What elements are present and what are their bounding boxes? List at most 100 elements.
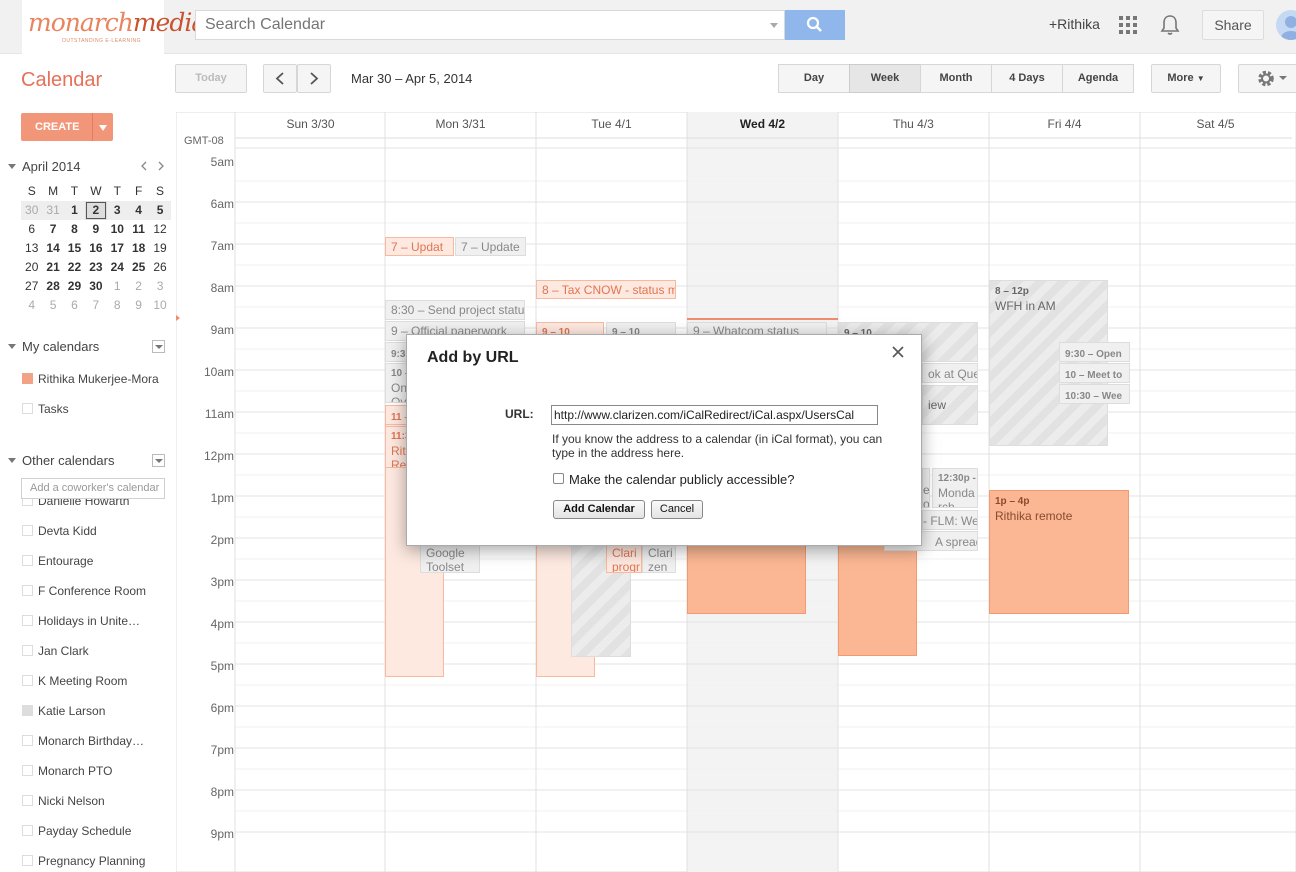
mini-next-icon[interactable]: [158, 161, 164, 171]
notifications-bell-icon[interactable]: [1160, 14, 1180, 36]
user-name-link[interactable]: +Rithika: [1049, 16, 1100, 32]
mini-month-header[interactable]: April 2014: [8, 159, 81, 174]
avatar[interactable]: [1276, 10, 1296, 40]
add-coworker-calendar-input[interactable]: Add a coworker's calendar: [21, 478, 165, 499]
mini-day[interactable]: 26: [149, 258, 170, 277]
day-header[interactable]: Thu 4/3: [838, 117, 989, 131]
event-block[interactable]: [838, 545, 917, 656]
day-header[interactable]: Sun 3/30: [235, 117, 386, 131]
mini-day[interactable]: 16: [85, 239, 106, 258]
event-chip[interactable]: 7 – Updat: [385, 237, 454, 256]
my-calendars-header[interactable]: My calendars: [8, 339, 99, 354]
calendar-color-swatch[interactable]: [22, 825, 33, 836]
event-chip[interactable]: 1p – 4p Rithika remote: [989, 490, 1129, 614]
calendar-color-swatch[interactable]: [22, 373, 33, 384]
event-chip[interactable]: Clari zen: [642, 545, 676, 573]
today-button[interactable]: Today: [175, 64, 247, 93]
calendar-color-swatch[interactable]: [22, 675, 33, 686]
search-button[interactable]: [785, 10, 845, 40]
calendar-color-swatch[interactable]: [22, 735, 33, 746]
search-input[interactable]: [196, 11, 756, 39]
other-calendars-header[interactable]: Other calendars: [8, 453, 115, 468]
mini-day[interactable]: 28: [42, 277, 63, 296]
event-chip[interactable]: 8:30 – Send project statu: [385, 300, 525, 320]
view-agenda-button[interactable]: Agenda: [1062, 64, 1134, 93]
calendar-color-swatch[interactable]: [22, 645, 33, 656]
share-button[interactable]: Share: [1202, 10, 1264, 40]
calendar-color-swatch[interactable]: [22, 705, 33, 716]
event-chip[interactable]: Clari progr: [606, 545, 642, 573]
mini-day[interactable]: 13: [21, 239, 42, 258]
mini-day[interactable]: 29: [64, 277, 85, 296]
mini-day[interactable]: 20: [21, 258, 42, 277]
event-chip[interactable]: 7 – Update: [455, 237, 526, 256]
mini-day[interactable]: 18: [128, 239, 149, 258]
event-chip[interactable]: iew: [922, 385, 978, 425]
more-menu-button[interactable]: More ▼: [1151, 64, 1221, 93]
mini-day[interactable]: 10: [149, 296, 170, 315]
other-calendars-menu-button[interactable]: [152, 454, 165, 467]
mini-day[interactable]: 31: [42, 201, 63, 220]
mini-day[interactable]: 12: [149, 220, 170, 239]
day-header[interactable]: Mon 3/31: [385, 117, 536, 131]
mini-day[interactable]: 5: [42, 296, 63, 315]
mini-day[interactable]: 30: [21, 201, 42, 220]
mini-day[interactable]: 6: [64, 296, 85, 315]
mini-day[interactable]: 15: [64, 239, 85, 258]
close-icon[interactable]: [891, 345, 905, 359]
event-chip[interactable]: 11 –: [385, 405, 407, 425]
event-chip[interactable]: 11:3 RitRe: [385, 426, 407, 468]
mini-day[interactable]: 30: [85, 277, 106, 296]
mini-day[interactable]: 25: [128, 258, 149, 277]
create-dropdown-icon[interactable]: [99, 125, 107, 131]
calendar-color-swatch[interactable]: [22, 855, 33, 866]
mini-day[interactable]: 8: [107, 296, 128, 315]
event-chip[interactable]: - FLM: We: [922, 510, 978, 530]
url-input[interactable]: [551, 405, 878, 425]
mini-day[interactable]: 23: [85, 258, 106, 277]
mini-prev-icon[interactable]: [141, 161, 147, 171]
public-checkbox[interactable]: [553, 473, 564, 484]
next-week-button[interactable]: [297, 64, 331, 93]
mini-day[interactable]: 3: [149, 277, 170, 296]
event-chip[interactable]: 8 – Tax CNOW - status m: [536, 280, 676, 299]
mini-day[interactable]: 14: [42, 239, 63, 258]
event-chip[interactable]: ok at Queu: [922, 363, 978, 383]
event-chip[interactable]: 9:30 – Open: [1059, 342, 1130, 362]
brand-logo[interactable]: monarchmedia OUTSTANDING E-LEARNING: [22, 0, 206, 54]
mini-day[interactable]: 21: [42, 258, 63, 277]
view-4days-button[interactable]: 4 Days: [991, 64, 1063, 93]
mini-day[interactable]: 3: [107, 201, 128, 220]
mini-day[interactable]: 5: [149, 201, 170, 220]
day-header[interactable]: Sat 4/5: [1140, 117, 1291, 131]
event-chip[interactable]: 12:30p - Monda rch: [932, 468, 978, 508]
mini-day[interactable]: 22: [64, 258, 85, 277]
mini-day[interactable]: 7: [42, 220, 63, 239]
mini-day[interactable]: 9: [128, 296, 149, 315]
calendar-color-swatch[interactable]: [22, 765, 33, 776]
public-checkbox-label[interactable]: Make the calendar publicly accessible?: [569, 472, 794, 487]
event-chip[interactable]: Google Toolset: [420, 545, 480, 573]
calendar-color-swatch[interactable]: [22, 403, 33, 414]
mini-day[interactable]: 24: [107, 258, 128, 277]
mini-day[interactable]: 19: [149, 239, 170, 258]
mini-day[interactable]: 6: [21, 220, 42, 239]
mini-day[interactable]: 8: [64, 220, 85, 239]
event-chip[interactable]: 10 – OnOv: [385, 363, 407, 403]
event-chip[interactable]: 10:30 – Wee: [1059, 384, 1130, 404]
mini-day[interactable]: 10: [107, 220, 128, 239]
day-header-today[interactable]: Wed 4/2: [687, 117, 838, 131]
create-button[interactable]: CREATE: [21, 113, 113, 141]
add-calendar-button[interactable]: Add Calendar: [553, 500, 645, 519]
cancel-button[interactable]: Cancel: [651, 500, 703, 519]
view-week-button[interactable]: Week: [849, 64, 921, 93]
mini-day[interactable]: 4: [128, 201, 149, 220]
settings-button[interactable]: [1238, 64, 1296, 93]
mini-day[interactable]: 1: [107, 277, 128, 296]
day-header[interactable]: Fri 4/4: [989, 117, 1140, 131]
calendar-color-swatch[interactable]: [22, 555, 33, 566]
previous-week-button[interactable]: [263, 64, 297, 93]
mini-day[interactable]: 17: [107, 239, 128, 258]
calendar-color-swatch[interactable]: [22, 615, 33, 626]
mini-day[interactable]: 2: [128, 277, 149, 296]
